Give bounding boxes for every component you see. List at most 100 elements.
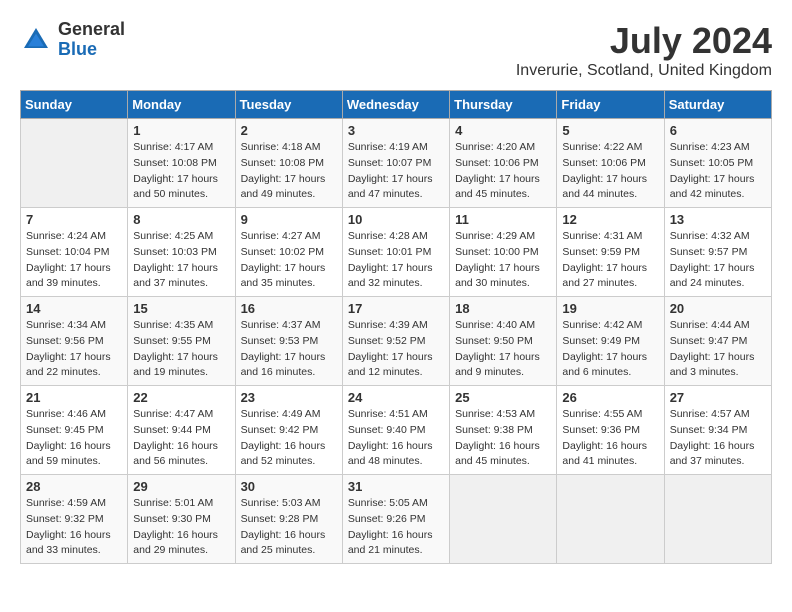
- day-number: 27: [670, 390, 766, 405]
- subtitle: Inverurie, Scotland, United Kingdom: [516, 62, 772, 80]
- day-number: 10: [348, 212, 444, 227]
- day-number: 23: [241, 390, 337, 405]
- calendar-cell: 16Sunrise: 4:37 AMSunset: 9:53 PMDayligh…: [235, 297, 342, 386]
- day-number: 17: [348, 301, 444, 316]
- day-number: 14: [26, 301, 122, 316]
- calendar-cell: 25Sunrise: 4:53 AMSunset: 9:38 PMDayligh…: [450, 386, 557, 475]
- day-number: 21: [26, 390, 122, 405]
- day-info: Sunrise: 5:05 AMSunset: 9:26 PMDaylight:…: [348, 496, 444, 559]
- day-info: Sunrise: 4:17 AMSunset: 10:08 PMDaylight…: [133, 140, 229, 203]
- logo-general: General: [58, 19, 125, 39]
- calendar-cell: 1 Sunrise: 4:17 AMSunset: 10:08 PMDayligh…: [128, 119, 235, 208]
- day-info: Sunrise: 5:01 AMSunset: 9:30 PMDaylight:…: [133, 496, 229, 559]
- day-number: 22: [133, 390, 229, 405]
- day-info: Sunrise: 4:53 AMSunset: 9:38 PMDaylight:…: [455, 407, 551, 470]
- calendar-cell: [21, 119, 128, 208]
- day-number: 9: [241, 212, 337, 227]
- day-info: Sunrise: 4:49 AMSunset: 9:42 PMDaylight:…: [241, 407, 337, 470]
- day-info: Sunrise: 4:29 AMSunset: 10:00 PMDaylight…: [455, 229, 551, 292]
- day-number: 6: [670, 123, 766, 138]
- calendar-cell: 22 Sunrise: 4:47 AMSunset: 9:44 PMDayligh…: [128, 386, 235, 475]
- calendar-cell: 20Sunrise: 4:44 AMSunset: 9:47 PMDayligh…: [664, 297, 771, 386]
- calendar-cell: 21 Sunrise: 4:46 AMSunset: 9:45 PMDayligh…: [21, 386, 128, 475]
- day-info: Sunrise: 4:46 AMSunset: 9:45 PMDaylight:…: [26, 407, 122, 470]
- day-number: 20: [670, 301, 766, 316]
- day-number: 24: [348, 390, 444, 405]
- calendar-cell: 9Sunrise: 4:27 AMSunset: 10:02 PMDayligh…: [235, 208, 342, 297]
- day-number: 3: [348, 123, 444, 138]
- logo: General Blue: [20, 20, 125, 60]
- calendar-cell: 8Sunrise: 4:25 AMSunset: 10:03 PMDayligh…: [128, 208, 235, 297]
- calendar-cell: 24 Sunrise: 4:51 AMSunset: 9:40 PMDayligh…: [342, 386, 449, 475]
- calendar-cell: 18Sunrise: 4:40 AMSunset: 9:50 PMDayligh…: [450, 297, 557, 386]
- calendar-cell: 13 Sunrise: 4:32 AMSunset: 9:57 PMDayligh…: [664, 208, 771, 297]
- day-number: 12: [562, 212, 658, 227]
- logo-icon: [20, 24, 52, 56]
- day-info: Sunrise: 4:55 AMSunset: 9:36 PMDaylight:…: [562, 407, 658, 470]
- day-info: Sunrise: 4:47 AMSunset: 9:44 PMDaylight:…: [133, 407, 229, 470]
- calendar-week-2: 7 Sunrise: 4:24 AMSunset: 10:04 PMDayligh…: [21, 208, 772, 297]
- day-number: 29: [133, 479, 229, 494]
- calendar-cell: 27 Sunrise: 4:57 AMSunset: 9:34 PMDayligh…: [664, 386, 771, 475]
- calendar-cell: 29 Sunrise: 5:01 AMSunset: 9:30 PMDayligh…: [128, 475, 235, 564]
- calendar-cell: 30 Sunrise: 5:03 AMSunset: 9:28 PMDayligh…: [235, 475, 342, 564]
- day-info: Sunrise: 4:23 AMSunset: 10:05 PMDaylight…: [670, 140, 766, 203]
- calendar-cell: 19 Sunrise: 4:42 AMSunset: 9:49 PMDayligh…: [557, 297, 664, 386]
- calendar-cell: 5 Sunrise: 4:22 AMSunset: 10:06 PMDayligh…: [557, 119, 664, 208]
- column-header-sunday: Sunday: [21, 91, 128, 119]
- day-info: Sunrise: 4:57 AMSunset: 9:34 PMDaylight:…: [670, 407, 766, 470]
- calendar-cell: 3 Sunrise: 4:19 AMSunset: 10:07 PMDayligh…: [342, 119, 449, 208]
- calendar-cell: 17 Sunrise: 4:39 AMSunset: 9:52 PMDayligh…: [342, 297, 449, 386]
- calendar-cell: 7 Sunrise: 4:24 AMSunset: 10:04 PMDayligh…: [21, 208, 128, 297]
- day-info: Sunrise: 4:51 AMSunset: 9:40 PMDaylight:…: [348, 407, 444, 470]
- column-header-wednesday: Wednesday: [342, 91, 449, 119]
- calendar-cell: 26Sunrise: 4:55 AMSunset: 9:36 PMDayligh…: [557, 386, 664, 475]
- calendar-week-5: 28Sunrise: 4:59 AMSunset: 9:32 PMDayligh…: [21, 475, 772, 564]
- calendar-cell: 6 Sunrise: 4:23 AMSunset: 10:05 PMDayligh…: [664, 119, 771, 208]
- calendar-cell: 15Sunrise: 4:35 AMSunset: 9:55 PMDayligh…: [128, 297, 235, 386]
- day-info: Sunrise: 4:22 AMSunset: 10:06 PMDaylight…: [562, 140, 658, 203]
- calendar-table: SundayMondayTuesdayWednesdayThursdayFrid…: [20, 90, 772, 564]
- calendar-cell: 10 Sunrise: 4:28 AMSunset: 10:01 PMDaylig…: [342, 208, 449, 297]
- calendar-cell: 4 Sunrise: 4:20 AMSunset: 10:06 PMDayligh…: [450, 119, 557, 208]
- day-number: 5: [562, 123, 658, 138]
- day-info: Sunrise: 4:31 AMSunset: 9:59 PMDaylight:…: [562, 229, 658, 292]
- day-info: Sunrise: 4:34 AMSunset: 9:56 PMDaylight:…: [26, 318, 122, 381]
- column-header-tuesday: Tuesday: [235, 91, 342, 119]
- column-header-monday: Monday: [128, 91, 235, 119]
- day-info: Sunrise: 4:35 AMSunset: 9:55 PMDaylight:…: [133, 318, 229, 381]
- column-header-saturday: Saturday: [664, 91, 771, 119]
- calendar-cell: [664, 475, 771, 564]
- day-info: Sunrise: 4:39 AMSunset: 9:52 PMDaylight:…: [348, 318, 444, 381]
- calendar-cell: 23 Sunrise: 4:49 AMSunset: 9:42 PMDayligh…: [235, 386, 342, 475]
- day-info: Sunrise: 5:03 AMSunset: 9:28 PMDaylight:…: [241, 496, 337, 559]
- day-info: Sunrise: 4:28 AMSunset: 10:01 PMDaylight…: [348, 229, 444, 292]
- day-info: Sunrise: 4:32 AMSunset: 9:57 PMDaylight:…: [670, 229, 766, 292]
- day-info: Sunrise: 4:24 AMSunset: 10:04 PMDaylight…: [26, 229, 122, 292]
- calendar-cell: 28Sunrise: 4:59 AMSunset: 9:32 PMDayligh…: [21, 475, 128, 564]
- day-number: 30: [241, 479, 337, 494]
- day-info: Sunrise: 4:40 AMSunset: 9:50 PMDaylight:…: [455, 318, 551, 381]
- day-info: Sunrise: 4:37 AMSunset: 9:53 PMDaylight:…: [241, 318, 337, 381]
- calendar-week-1: 1 Sunrise: 4:17 AMSunset: 10:08 PMDayligh…: [21, 119, 772, 208]
- calendar-week-3: 14 Sunrise: 4:34 AMSunset: 9:56 PMDayligh…: [21, 297, 772, 386]
- main-title: July 2024: [516, 20, 772, 62]
- calendar-cell: 12 Sunrise: 4:31 AMSunset: 9:59 PMDayligh…: [557, 208, 664, 297]
- day-info: Sunrise: 4:20 AMSunset: 10:06 PMDaylight…: [455, 140, 551, 203]
- day-number: 13: [670, 212, 766, 227]
- day-number: 28: [26, 479, 122, 494]
- day-number: 7: [26, 212, 122, 227]
- logo-text: General Blue: [58, 20, 125, 60]
- day-number: 31: [348, 479, 444, 494]
- logo-blue: Blue: [58, 39, 97, 59]
- day-info: Sunrise: 4:19 AMSunset: 10:07 PMDaylight…: [348, 140, 444, 203]
- day-number: 8: [133, 212, 229, 227]
- day-number: 19: [562, 301, 658, 316]
- day-info: Sunrise: 4:42 AMSunset: 9:49 PMDaylight:…: [562, 318, 658, 381]
- day-number: 1: [133, 123, 229, 138]
- day-number: 4: [455, 123, 551, 138]
- day-info: Sunrise: 4:18 AMSunset: 10:08 PMDaylight…: [241, 140, 337, 203]
- page-header: General Blue July 2024 Inverurie, Scotla…: [20, 20, 772, 80]
- calendar-cell: [450, 475, 557, 564]
- day-number: 2: [241, 123, 337, 138]
